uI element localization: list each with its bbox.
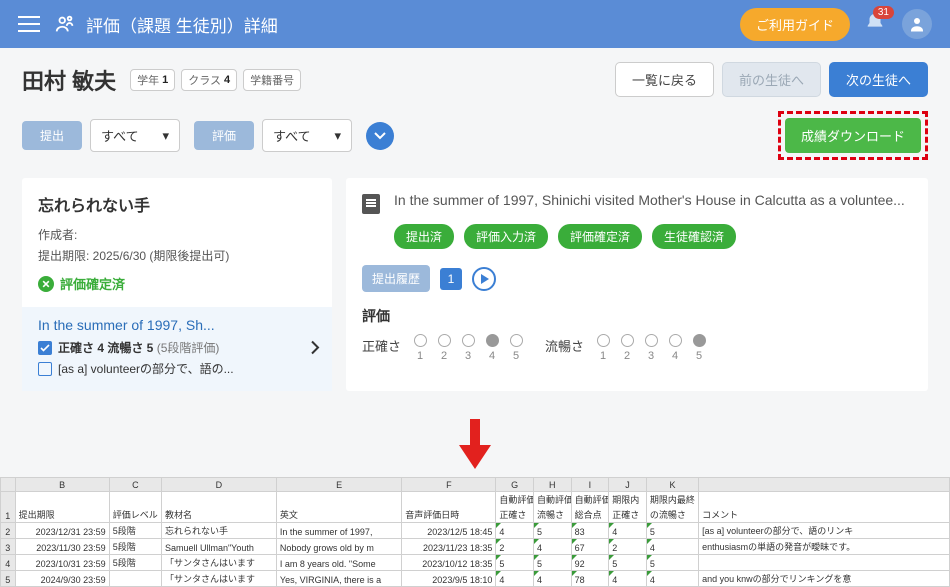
student-name: 田村 敏夫 — [22, 64, 116, 96]
checkbox-icon — [38, 341, 52, 355]
rating-dot[interactable] — [693, 334, 706, 347]
grade-pill: 学年 1 — [130, 69, 175, 91]
fluency-label: 流暢さ — [545, 334, 584, 355]
history-page[interactable]: 1 — [440, 268, 462, 290]
avatar[interactable] — [902, 9, 932, 39]
guide-button[interactable]: ご利用ガイド — [740, 8, 850, 41]
document-icon — [362, 194, 380, 214]
submit-filter-label: 提出 — [22, 121, 82, 150]
rating-dot[interactable] — [597, 334, 610, 347]
notifications-button[interactable]: 31 — [864, 12, 886, 37]
download-grades-button[interactable]: 成績ダウンロード — [785, 118, 921, 153]
menu-icon[interactable] — [18, 16, 40, 32]
user-icon — [908, 15, 926, 33]
rating-dot[interactable] — [510, 334, 523, 347]
person-icon — [54, 13, 76, 35]
rating-dot[interactable] — [414, 334, 427, 347]
assignment-title: 忘れられない手 — [38, 192, 316, 216]
rating-dot[interactable] — [438, 334, 451, 347]
chevron-right-icon[interactable] — [311, 341, 320, 358]
class-pill: クラス 4 — [181, 69, 237, 91]
status-pill: 生徒確認済 — [652, 224, 736, 249]
page-title: 評価（課題 生徒別）詳細 — [86, 12, 740, 37]
task-title: In the summer of 1997, Sh... — [38, 317, 316, 333]
rating-dot[interactable] — [486, 334, 499, 347]
rating-dot[interactable] — [645, 334, 658, 347]
comment-icon — [38, 362, 52, 376]
back-to-list-button[interactable]: 一覧に戻る — [615, 62, 714, 97]
status-pill: 提出済 — [394, 224, 454, 249]
studentid-pill: 学籍番号 — [243, 69, 301, 91]
rating-dot[interactable] — [621, 334, 634, 347]
prev-student-button: 前の生徒へ — [722, 62, 821, 97]
arrow-down-icon — [459, 419, 491, 469]
status-pill: 評価入力済 — [464, 224, 548, 249]
detail-panel: In the summer of 1997, Shinichi visited … — [346, 178, 928, 391]
play-icon — [481, 274, 489, 284]
notification-badge: 31 — [873, 6, 894, 19]
eval-heading: 評価 — [362, 306, 912, 326]
submit-filter-select[interactable]: すべて ▾ — [90, 119, 180, 152]
confirmed-label: 評価確定済 — [60, 274, 125, 293]
status-pill: 評価確定済 — [558, 224, 642, 249]
author-line: 作成者: — [38, 226, 316, 243]
rating-dot[interactable] — [462, 334, 475, 347]
check-circle-icon — [38, 276, 54, 292]
eval-filter-label: 評価 — [194, 121, 254, 150]
next-student-button[interactable]: 次の生徒へ — [829, 62, 928, 97]
chevron-down-icon: ▾ — [162, 128, 169, 144]
play-button[interactable] — [472, 267, 496, 291]
chevron-down-icon — [374, 132, 386, 140]
spreadsheet-preview: BCDEFGHIJK自動評価自動評価自動評価期限内期限内最終1提出期限評価レベル… — [0, 477, 950, 587]
task-text: In the summer of 1997, Shinichi visited … — [394, 192, 905, 208]
rating-dot[interactable] — [669, 334, 682, 347]
assignment-panel: 忘れられない手 作成者: 提出期限: 2025/6/30 (期限後提出可) 評価… — [22, 178, 332, 391]
collapse-toggle[interactable] — [366, 122, 394, 150]
deadline-line: 提出期限: 2025/6/30 (期限後提出可) — [38, 247, 316, 264]
chevron-down-icon: ▾ — [335, 128, 342, 144]
eval-filter-select[interactable]: すべて ▾ — [262, 119, 352, 152]
accuracy-label: 正確さ — [362, 334, 401, 355]
history-label: 提出履歴 — [362, 265, 430, 292]
task-card[interactable]: In the summer of 1997, Sh... 正確さ 4 流暢さ 5… — [22, 307, 332, 391]
